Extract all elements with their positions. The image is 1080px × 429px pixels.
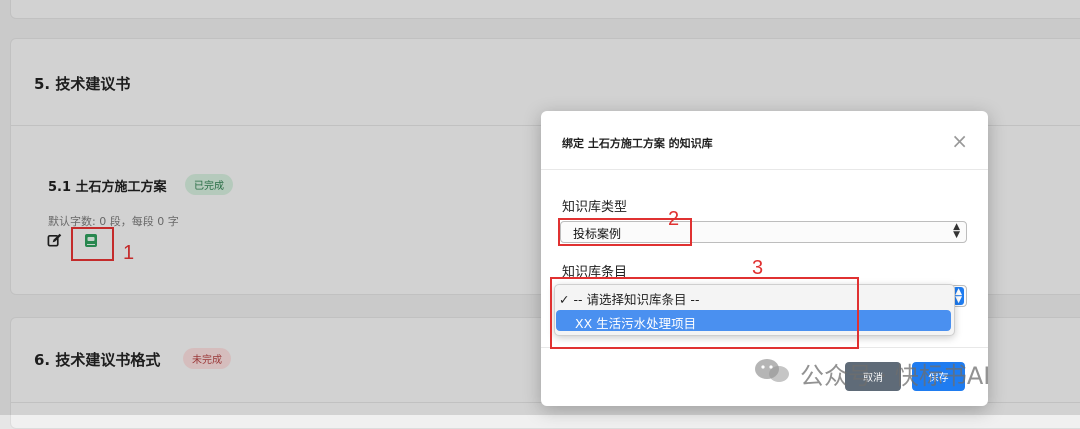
modal-title: 绑定 土石方施工方案 的知识库 xyxy=(562,137,713,150)
wechat-icon xyxy=(752,356,792,390)
kb-type-label: 知识库类型 xyxy=(562,200,628,215)
annotation-number-2: 2 xyxy=(668,208,680,230)
annotation-number-3: 3 xyxy=(752,257,764,279)
wechat-watermark: 公众号 · 快标书AI xyxy=(752,355,990,391)
watermark-text: 公众号 · 快标书AI xyxy=(800,361,991,390)
annotation-box-3 xyxy=(550,277,859,349)
modal-divider xyxy=(541,169,988,170)
close-icon[interactable]: × xyxy=(951,129,968,153)
select-arrows-icon: ▲ ▼ xyxy=(953,222,960,240)
